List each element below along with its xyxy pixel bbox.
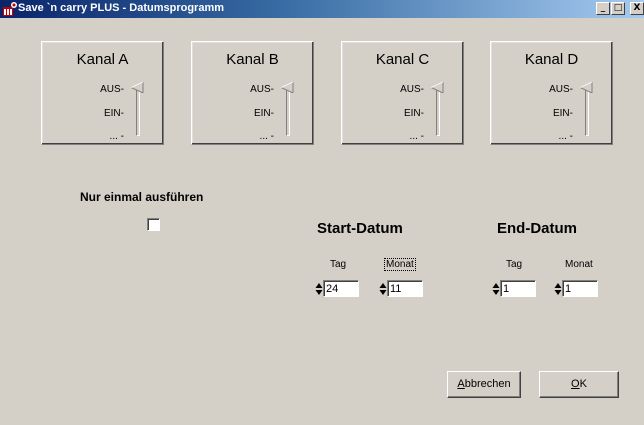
- channel-b-panel: Kanal B AUS- EIN- ... -: [191, 41, 314, 145]
- channel-a-slider-track[interactable]: [136, 88, 140, 136]
- channel-c-ein-label: EIN-: [403, 108, 424, 119]
- channel-a-slider-thumb[interactable]: [131, 82, 144, 93]
- start-day-spinner-icon[interactable]: [315, 282, 323, 296]
- channel-d-aus-label: AUS-: [549, 84, 573, 95]
- channel-c-third-label: ... -: [409, 131, 424, 142]
- start-month-label: Monat: [384, 258, 416, 271]
- end-month-field[interactable]: 1: [554, 280, 600, 297]
- end-date-heading: End-Datum: [497, 220, 577, 237]
- channel-c-slider-track[interactable]: [436, 88, 440, 136]
- channel-b-slider-thumb[interactable]: [281, 82, 294, 93]
- title-bar: Save `n carry PLUS - Datumsprogramm _ □ …: [0, 0, 644, 18]
- channel-d-slider-thumb[interactable]: [580, 82, 593, 93]
- maximize-button[interactable]: □: [611, 2, 625, 15]
- channel-a-label: Kanal A: [76, 51, 129, 68]
- start-month-spinner-icon[interactable]: [379, 282, 387, 296]
- channel-a-aus-label: AUS-: [100, 84, 124, 95]
- end-day-input[interactable]: 1: [500, 280, 536, 297]
- channel-b-ein-label: EIN-: [253, 108, 274, 119]
- end-day-spinner-icon[interactable]: [492, 282, 500, 296]
- start-day-label: Tag: [330, 259, 347, 270]
- ok-button[interactable]: OK: [539, 371, 619, 398]
- end-month-label: Monat: [565, 259, 593, 270]
- minimize-button[interactable]: _: [596, 2, 610, 15]
- dialog-client-area: Kanal A AUS- EIN- ... - Kanal B AUS- EIN…: [10, 18, 644, 425]
- channel-d-slider-track[interactable]: [585, 88, 589, 136]
- start-day-input[interactable]: 24: [323, 280, 359, 297]
- window-title: Save `n carry PLUS - Datumsprogramm: [18, 2, 225, 14]
- run-once-checkbox[interactable]: [147, 218, 160, 231]
- channel-c-label: Kanal C: [375, 51, 430, 68]
- channel-c-aus-label: AUS-: [400, 84, 424, 95]
- start-day-field[interactable]: 24: [315, 280, 361, 297]
- start-month-field[interactable]: 11: [379, 280, 425, 297]
- channel-c-slider-thumb[interactable]: [431, 82, 444, 93]
- end-month-spinner-icon[interactable]: [554, 282, 562, 296]
- close-button[interactable]: X: [630, 2, 644, 15]
- start-date-heading: Start-Datum: [317, 220, 403, 237]
- end-day-label: Tag: [506, 259, 523, 270]
- channel-b-third-label: ... -: [259, 131, 274, 142]
- channel-a-ein-label: EIN-: [103, 108, 124, 119]
- start-month-input[interactable]: 11: [387, 280, 423, 297]
- channel-a-third-label: ... -: [109, 131, 124, 142]
- run-once-label: Nur einmal ausführen: [80, 190, 204, 204]
- cancel-button[interactable]: Abbrechen: [447, 371, 521, 398]
- app-icon: [3, 2, 17, 16]
- channel-b-label: Kanal B: [226, 51, 279, 68]
- channel-d-ein-label: EIN-: [552, 108, 573, 119]
- end-month-input[interactable]: 1: [562, 280, 598, 297]
- end-day-field[interactable]: 1: [492, 280, 538, 297]
- channel-a-panel: Kanal A AUS- EIN- ... -: [41, 41, 164, 145]
- channel-d-third-label: ... -: [558, 131, 573, 142]
- channel-c-panel: Kanal C AUS- EIN- ... -: [341, 41, 464, 145]
- channel-d-panel: Kanal D AUS- EIN- ... -: [490, 41, 613, 145]
- channel-b-slider-track[interactable]: [286, 88, 290, 136]
- channel-b-aus-label: AUS-: [250, 84, 274, 95]
- channel-d-label: Kanal D: [524, 51, 579, 68]
